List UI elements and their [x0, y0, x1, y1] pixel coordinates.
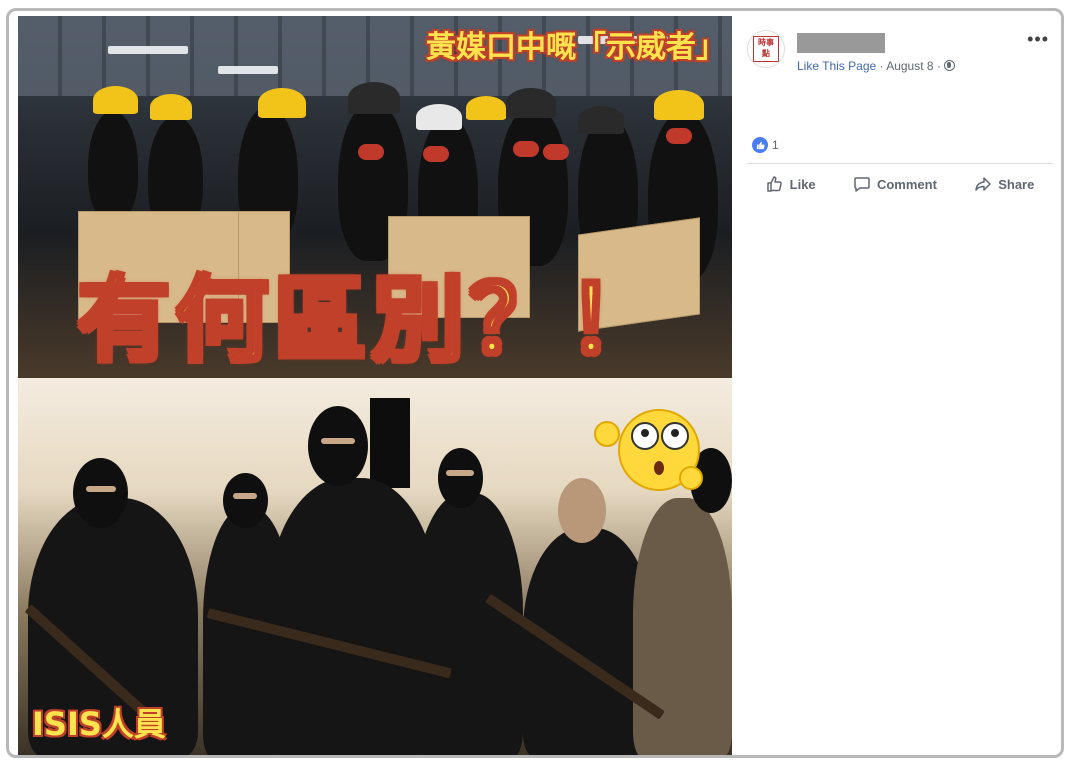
post-sidebar: 時事點 Like This Page · August 8 · ••• 1 Li…	[735, 16, 1061, 755]
page-avatar[interactable]: 時事點	[747, 30, 785, 68]
share-button[interactable]: Share	[974, 175, 1034, 193]
bottom-caption: ISIS人員	[32, 705, 166, 743]
top-caption: 黃媒口中嘅「示威者」	[426, 30, 726, 65]
page-name-redacted[interactable]	[797, 33, 885, 53]
page-avatar-logo: 時事點	[753, 36, 779, 62]
post-date[interactable]: August 8	[886, 59, 933, 73]
shocked-emoji-icon	[594, 409, 703, 491]
post-meta: Like This Page · August 8 ·	[797, 59, 956, 73]
globe-icon	[944, 60, 956, 71]
divider	[747, 163, 1053, 164]
headline: 有何區別？！	[76, 265, 667, 376]
comment-button[interactable]: Comment	[853, 175, 937, 193]
screenshot-frame: 黃媒口中嘅「示威者」 有何區別？！ ISIS人員 時事點 Like This P…	[6, 8, 1064, 758]
like-reaction-icon	[752, 137, 768, 153]
post-image[interactable]: 黃媒口中嘅「示威者」 有何區別？！ ISIS人員	[18, 16, 732, 755]
more-options-icon[interactable]: •••	[1027, 30, 1049, 48]
reaction-summary[interactable]: 1	[752, 137, 779, 153]
reaction-count: 1	[772, 138, 779, 152]
action-bar: Like Comment Share	[747, 168, 1053, 200]
share-arrow-icon	[975, 177, 991, 191]
comment-icon	[854, 177, 870, 192]
like-this-page-link[interactable]: Like This Page	[797, 59, 876, 73]
like-button[interactable]: Like	[766, 175, 816, 193]
thumbs-up-icon	[766, 176, 782, 192]
